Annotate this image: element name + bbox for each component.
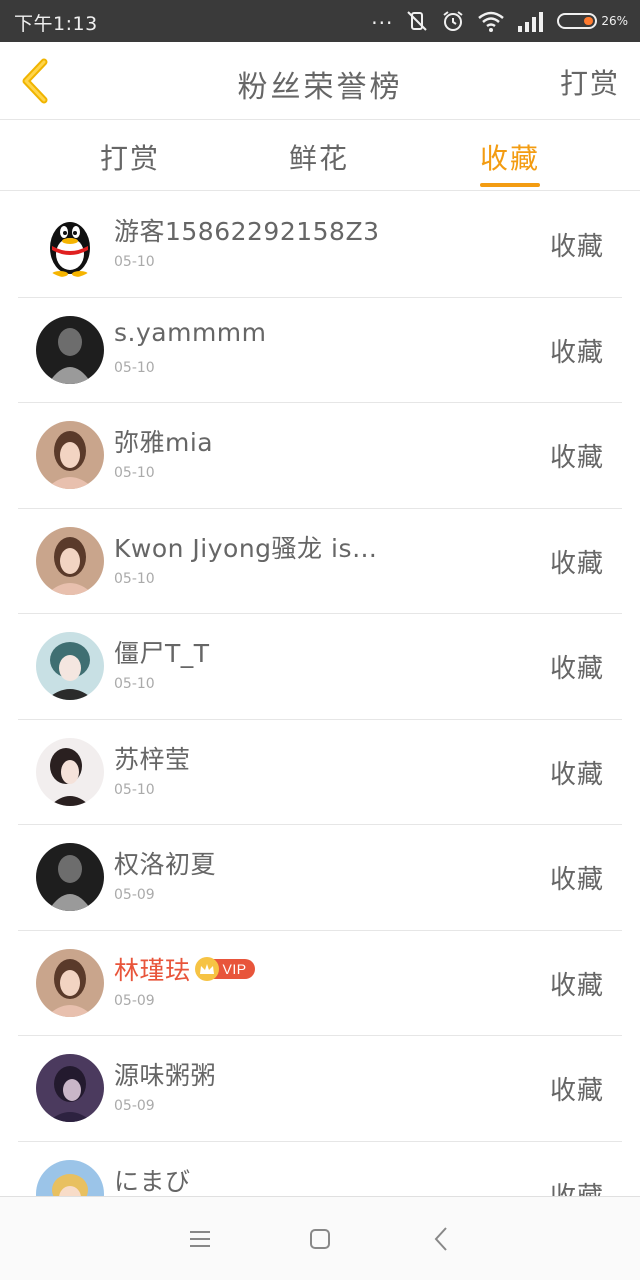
avatar[interactable]: [36, 210, 104, 278]
fan-list-item[interactable]: にまび 收藏: [18, 1142, 622, 1197]
avatar[interactable]: [36, 1054, 104, 1122]
user-name: 游客15862292158Z3: [114, 212, 380, 248]
vibrate-off-icon: [407, 11, 428, 31]
user-name-text: 林瑾珐: [114, 955, 191, 985]
date-label: 05-10: [114, 465, 155, 481]
action-label: 收藏: [549, 865, 604, 895]
avatar[interactable]: [36, 737, 104, 806]
tab-bar: 打赏 鲜花 收藏: [0, 121, 640, 191]
battery-indicator: 26%: [557, 13, 628, 29]
user-name: 源味粥粥: [114, 1056, 216, 1092]
user-name: 弥雅mia: [114, 423, 213, 459]
tab-reward[interactable]: 打赏: [70, 121, 190, 191]
avatar[interactable]: [36, 421, 104, 489]
vip-label: VIP: [212, 958, 255, 979]
action-label: 收藏: [549, 970, 604, 1001]
fan-list-item[interactable]: 林瑾珐 VIP 05-09 收藏: [18, 931, 622, 1036]
app-header: 粉丝荣誉榜 打赏: [0, 42, 640, 120]
avatar[interactable]: [36, 315, 104, 384]
user-name-text: 苏梓莹: [114, 744, 191, 774]
status-bar: 下午1:13 ... 26%: [0, 0, 640, 42]
action-label: 收藏: [549, 232, 604, 262]
fan-list-item[interactable]: 游客15862292158Z3 05-10 收藏: [18, 192, 622, 298]
user-name: 苏梓莹: [114, 740, 191, 776]
crown-icon: [194, 956, 219, 981]
alarm-icon: [443, 11, 463, 31]
status-time: 下午1:13: [14, 13, 98, 35]
user-name-text: 权洛初夏: [114, 850, 217, 879]
date-label: 05-09: [114, 1098, 155, 1114]
date-label: 05-09: [114, 992, 155, 1009]
avatar[interactable]: [36, 1159, 104, 1196]
battery-icon: [557, 13, 598, 29]
user-name: 权洛初夏: [114, 845, 216, 881]
back-arrow-icon[interactable]: [426, 1223, 458, 1255]
fan-list-item[interactable]: 弥雅mia 05-10 收藏: [18, 403, 622, 509]
reward-button[interactable]: 打赏: [560, 62, 620, 102]
avatar[interactable]: [36, 843, 104, 911]
user-name: Kwon Jiyong骚龙 is…: [114, 529, 377, 565]
user-name-text: にまび: [114, 1166, 191, 1196]
avatar[interactable]: [36, 948, 104, 1017]
battery-text: 26%: [601, 14, 628, 28]
fan-list-item[interactable]: Kwon Jiyong骚龙 is… 05-10 收藏: [18, 509, 622, 614]
user-name-text: s.yammmm: [114, 317, 267, 347]
date-label: 05-09: [114, 887, 155, 903]
action-label: 收藏: [549, 1076, 604, 1106]
signal-icon: [518, 12, 544, 32]
action-label: 收藏: [549, 759, 604, 790]
fan-list-item[interactable]: 僵尸T_T 05-10 收藏: [18, 614, 622, 720]
user-name: 僵尸T_T: [114, 634, 210, 670]
fan-list: 游客15862292158Z3 05-10 收藏 s.yammmm 05-10 收藏 弥雅m…: [0, 192, 640, 1196]
wifi-icon: [478, 11, 505, 32]
tab-flowers[interactable]: 鲜花: [259, 121, 379, 191]
user-name: にまび: [114, 1162, 191, 1197]
home-square-icon[interactable]: [304, 1223, 336, 1255]
fan-list-item[interactable]: 权洛初夏 05-09 收藏: [18, 825, 622, 931]
system-nav-bar: [0, 1196, 640, 1280]
date-label: 05-10: [114, 676, 155, 692]
tab-favorites[interactable]: 收藏: [450, 121, 570, 191]
date-label: 05-10: [114, 570, 155, 587]
user-name: s.yammmm: [114, 318, 267, 347]
tab-label: 收藏: [479, 142, 540, 175]
tab-label: 打赏: [99, 142, 160, 175]
date-label: 05-10: [114, 781, 155, 798]
user-name-text: 弥雅mia: [114, 428, 214, 457]
fan-list-item[interactable]: 源味粥粥 05-09 收藏: [18, 1036, 622, 1142]
user-name-text: 游客15862292158Z3: [114, 217, 380, 246]
fan-list-item[interactable]: s.yammmm 05-10 收藏: [18, 298, 622, 403]
action-label: 收藏: [549, 443, 604, 473]
status-icons: ... 26%: [371, 5, 628, 34]
menu-icon[interactable]: [184, 1223, 216, 1255]
avatar[interactable]: [36, 632, 104, 700]
date-label: 05-10: [114, 359, 155, 376]
fan-list-item[interactable]: 苏梓莹 05-10 收藏: [18, 720, 622, 825]
action-label: 收藏: [549, 654, 604, 684]
more-dots: ...: [371, 5, 394, 29]
date-label: 05-10: [114, 254, 155, 270]
page-title: 粉丝荣誉榜: [237, 70, 403, 105]
action-label: 收藏: [550, 1176, 604, 1197]
action-label: 收藏: [549, 337, 604, 368]
tab-underline: [480, 183, 540, 187]
user-name-text: 僵尸T_T: [114, 639, 210, 668]
user-name-text: 源味粥粥: [114, 1061, 217, 1090]
tab-label: 鲜花: [288, 142, 349, 175]
user-name-text: Kwon Jiyong骚龙 is…: [114, 533, 378, 563]
avatar[interactable]: [36, 526, 104, 595]
vip-badge: VIP: [194, 956, 255, 981]
user-name: 林瑾珐 VIP: [114, 951, 255, 987]
action-label: 收藏: [549, 548, 604, 579]
